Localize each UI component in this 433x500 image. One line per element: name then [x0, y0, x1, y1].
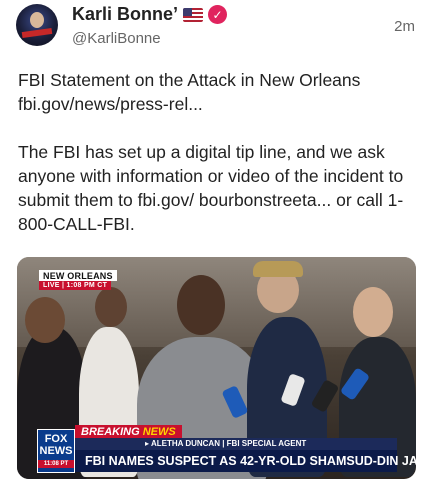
post-link[interactable]: fbi.gov/news/press-rel...	[18, 94, 203, 114]
post: Karli Bonne’ ✓ @KarliBonne 2m FBI Statem…	[0, 0, 433, 500]
post-text-line1: FBI Statement on the Attack in New Orlea…	[18, 70, 361, 90]
breaking-news-tag: BREAKING NEWS	[75, 425, 182, 439]
fox-news-logo: FOX NEWS 11:08 PT	[37, 429, 75, 473]
news-headline: FBI NAMES SUSPECT AS 42-YR-OLD SHAMSUD-D…	[75, 450, 416, 472]
news-word: NEWS	[142, 426, 176, 438]
speaker-text: ALETHA DUNCAN | FBI SPECIAL AGENT	[150, 439, 307, 448]
person-left-head	[25, 297, 65, 343]
post-text-para2: The FBI has set up a digital tip line, a…	[18, 142, 404, 234]
post-time: 2m	[394, 18, 415, 35]
us-flag-icon	[183, 7, 204, 22]
cap	[253, 261, 303, 277]
avatar[interactable]	[16, 4, 58, 46]
logo-line1: FOX	[44, 433, 68, 445]
logo-time: 11:08 PT	[38, 460, 74, 468]
person-woman-right-head	[353, 287, 393, 337]
avatar-flag-stripe	[21, 27, 53, 39]
author-handle[interactable]: @KarliBonne	[72, 30, 161, 47]
speaker-lower-third: ▸ ALETHA DUNCAN | FBI SPECIAL AGENT	[75, 438, 397, 450]
verified-badge-icon: ✓	[208, 5, 228, 24]
avatar-face	[30, 12, 44, 28]
location-badge: NEW ORLEANS	[39, 270, 117, 281]
person-officer-head	[95, 287, 127, 327]
author-name[interactable]: Karli Bonne’	[72, 4, 178, 25]
logo-line2: NEWS	[39, 445, 73, 457]
media-image[interactable]: NEW ORLEANS LIVE | 1:08 PM CT FOX NEWS 1…	[17, 257, 416, 479]
author-name-row[interactable]: Karli Bonne’ ✓	[72, 4, 228, 25]
person-speaker-head	[177, 275, 225, 335]
breaking-word: BREAKING	[81, 426, 140, 438]
live-badge: LIVE | 1:08 PM CT	[39, 281, 112, 290]
post-text: FBI Statement on the Attack in New Orlea…	[18, 68, 418, 236]
